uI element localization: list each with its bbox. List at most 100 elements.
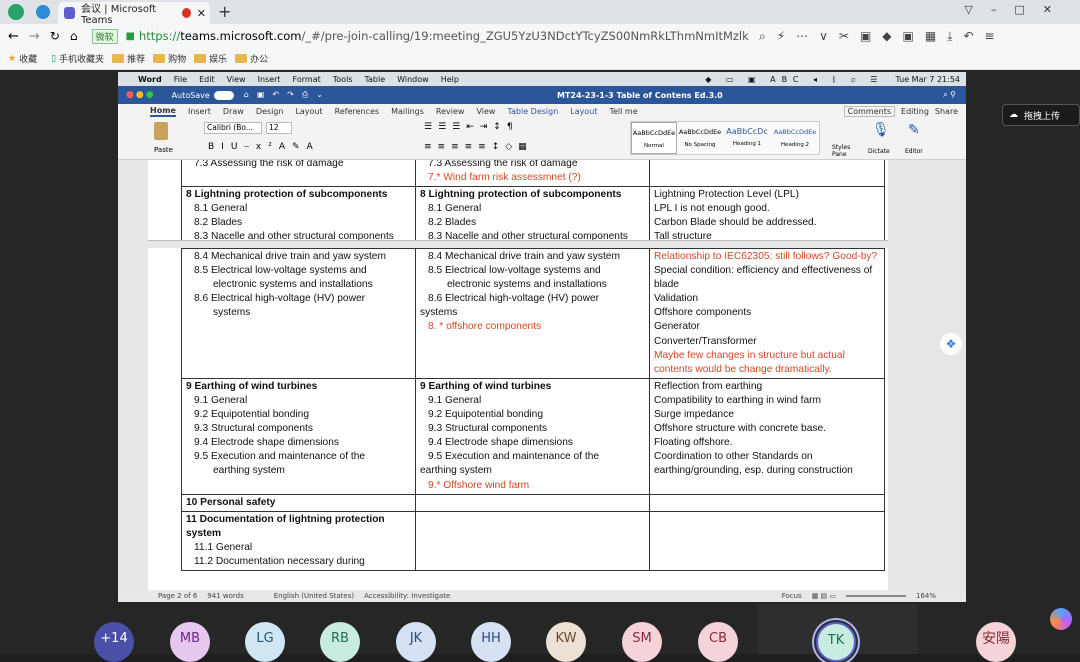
menu-word[interactable]: Word (138, 75, 162, 84)
table-cell[interactable] (649, 160, 885, 188)
browser-logo-icon[interactable] (8, 4, 24, 20)
editing-button[interactable]: Editing (901, 107, 929, 116)
avatar[interactable]: JK (396, 622, 436, 662)
avatar-active-speaker[interactable]: TK (816, 622, 856, 662)
page-count[interactable]: Page 2 of 6 (158, 592, 197, 600)
table-cell[interactable]: 11 Documentation of lightning protection… (181, 510, 416, 572)
bookmark-entertainment[interactable]: 娱乐 (194, 52, 227, 65)
search-icon[interactable]: ⌕ ⚲ (943, 90, 956, 100)
tab-view[interactable]: View (476, 107, 495, 116)
close-tab-icon[interactable]: ✕ (197, 7, 206, 20)
comments-button[interactable]: Comments (843, 105, 896, 117)
dictate-icon[interactable]: 🎙 (872, 122, 890, 138)
reload-icon[interactable]: ↻ (50, 29, 60, 43)
home-icon[interactable]: ⌂ (70, 29, 78, 43)
table-cell[interactable]: 7.3 Assessing the risk of damage (181, 160, 416, 188)
tab-layout[interactable]: Layout (295, 107, 322, 116)
bookmark-shopping[interactable]: 购物 (153, 52, 186, 65)
language-status[interactable]: English (United States) (274, 592, 354, 600)
focus-button[interactable]: Focus (782, 592, 802, 600)
font-name-field[interactable]: Calibri (Bo... (204, 122, 262, 134)
dropbox-icon[interactable]: ❖ (940, 333, 962, 355)
table-cell[interactable] (649, 510, 885, 572)
menu-format[interactable]: Format (293, 75, 321, 84)
browser-tab-teams[interactable]: 会议 | Microsoft Teams ✕ (58, 2, 210, 26)
view-buttons[interactable]: ▦ ▤ ▭ (812, 592, 836, 600)
copilot-icon[interactable] (1050, 608, 1072, 630)
tab-table-design[interactable]: Table Design (507, 107, 558, 116)
avatar[interactable]: HH (471, 622, 511, 662)
menu-insert[interactable]: Insert (258, 75, 281, 84)
word-count[interactable]: 941 words (207, 592, 243, 600)
document-page-2[interactable]: 8.4 Mechanical drive train and yaw syste… (148, 248, 888, 590)
table-cell[interactable]: 9 Earthing of wind turbines 9.1 General 9.… (415, 377, 650, 495)
upload-widget[interactable]: ☁ 拖拽上传 (1002, 104, 1080, 126)
avatar[interactable]: SM (622, 622, 662, 662)
tab-design[interactable]: Design (256, 107, 284, 116)
tab-review[interactable]: Review (436, 107, 465, 116)
table-cell[interactable]: 8.4 Mechanical drive train and yaw syste… (181, 248, 416, 379)
avatar-more[interactable]: +14 (94, 622, 134, 662)
telegram-tab-icon[interactable] (36, 5, 50, 19)
back-icon[interactable]: ← (8, 29, 19, 44)
style-no-spacing[interactable]: AaBbCcDdEe No Spacing (677, 122, 723, 154)
tab-table-layout[interactable]: Layout (570, 107, 597, 116)
style-normal[interactable]: AaBbCcDdEe Normal (631, 122, 677, 154)
toolbar-icons[interactable]: ⌕⚡⋯∨✂▣◆▣▦⤓↶≡ (759, 29, 1006, 44)
avatar[interactable]: MB (170, 622, 210, 662)
forward-icon[interactable]: → (29, 29, 40, 44)
avatar[interactable]: LG (245, 622, 285, 662)
menu-help[interactable]: Help (441, 75, 459, 84)
tab-references[interactable]: References (335, 107, 379, 116)
table-cell[interactable] (415, 510, 650, 572)
table-cell[interactable] (649, 493, 885, 512)
avatar[interactable]: RB (320, 622, 360, 662)
avatar[interactable]: KW (546, 622, 586, 662)
styles-gallery[interactable]: AaBbCcDdEe Normal AaBbCcDdEe No Spacing Aa… (630, 121, 820, 155)
table-cell[interactable]: Relationship to IEC62305: still follows?… (649, 248, 885, 379)
menu-tools[interactable]: Tools (333, 75, 353, 84)
menu-table[interactable]: Table (364, 75, 385, 84)
tab-home[interactable]: Home (150, 106, 176, 117)
menu-file[interactable]: File (174, 75, 187, 84)
editor-icon[interactable]: ✎ (908, 122, 920, 138)
table-cell[interactable]: Lightning Protection Level (LPL) LPL I is… (649, 186, 885, 247)
avatar[interactable]: CB (698, 622, 738, 662)
avatar[interactable]: 安陽 (976, 622, 1016, 662)
table-cell[interactable]: 8.4 Mechanical drive train and yaw syste… (415, 248, 650, 379)
traffic-lights[interactable]: ●●● (126, 90, 156, 100)
table-cell[interactable]: 8 Lightning protection of subcomponents 8… (181, 186, 416, 247)
quick-access-icons[interactable]: ⌂▣↶↷⎙⌄ (244, 90, 331, 100)
font-size-field[interactable]: 12 (266, 122, 292, 134)
bookmark-mobile[interactable]: ▯ 手机收藏夹 (51, 52, 104, 66)
table-cell[interactable]: 10 Personal safety (181, 493, 416, 512)
table-cell[interactable]: 8 Lightning protection of subcomponents 8… (415, 186, 650, 247)
window-controls[interactable]: ▽–□✕ (964, 3, 1070, 16)
tell-me[interactable]: Tell me (609, 107, 637, 116)
bookmark-office[interactable]: 办公 (235, 52, 268, 65)
paste-icon[interactable] (154, 122, 168, 140)
menu-window[interactable]: Window (397, 75, 429, 84)
table-cell[interactable]: 9 Earthing of wind turbines 9.1 General 9.… (181, 377, 416, 495)
new-tab-button[interactable]: + (218, 2, 231, 21)
menu-view[interactable]: View (227, 75, 246, 84)
style-heading-2[interactable]: AaBbCcDdEe Heading 2 (771, 122, 819, 154)
zoom-level[interactable]: 164% (916, 592, 936, 600)
tab-mailings[interactable]: Mailings (391, 107, 424, 116)
style-heading-1[interactable]: AaBbCcDc Heading 1 (723, 122, 771, 154)
paragraph-buttons[interactable]: ☰☰☰⇤⇥↕¶ (424, 122, 519, 132)
table-cell[interactable]: Reflection from earthing Compatibility to… (649, 377, 885, 495)
table-cell[interactable] (415, 493, 650, 512)
tab-draw[interactable]: Draw (223, 107, 244, 116)
accessibility-status[interactable]: Accessibility: Investigate (364, 592, 450, 600)
align-buttons[interactable]: ≡≡≡≡≡↕◇▦ (424, 142, 533, 152)
format-buttons[interactable]: BIU⎯x²A✎A (208, 142, 320, 152)
menu-edit[interactable]: Edit (199, 75, 215, 84)
bookmark-favorites[interactable]: ★ 收藏 (8, 52, 37, 66)
table-cell[interactable]: 7.3 Assessing the risk of damage 7.* Wind… (415, 160, 650, 188)
zoom-slider[interactable] (845, 595, 906, 597)
styles-pane-button[interactable]: Styles Pane (832, 144, 854, 158)
url-field[interactable]: https://teams.microsoft.com/_#/pre-join-… (139, 29, 749, 43)
tab-insert[interactable]: Insert (188, 107, 211, 116)
share-button[interactable]: Share (935, 107, 958, 116)
